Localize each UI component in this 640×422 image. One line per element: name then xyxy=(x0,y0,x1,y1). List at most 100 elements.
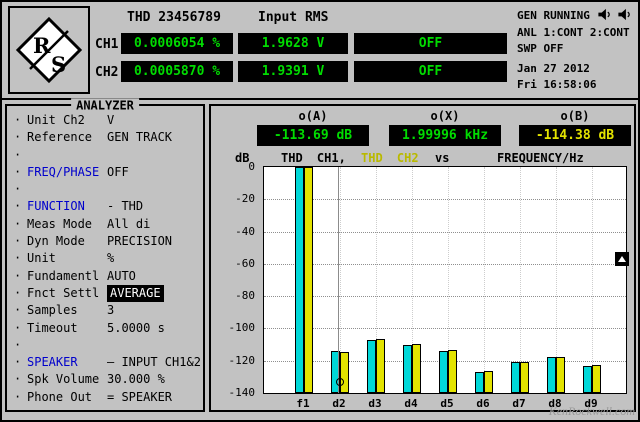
menu-item-phone-out[interactable]: · Phone Out = SPEAKER xyxy=(7,389,203,406)
bar-thd-ch1-d7 xyxy=(511,362,520,393)
legend-trace-ch1: THD CH1, xyxy=(281,151,346,165)
menu-item-reference[interactable]: · Reference GEN TRACK xyxy=(7,129,203,146)
y-tick--20: -20 xyxy=(235,192,255,206)
menu-item-value: All di xyxy=(107,216,151,231)
function-title: THD 23456789 xyxy=(127,10,221,25)
menu-bullet: · xyxy=(14,303,22,318)
x-tick-d5: d5 xyxy=(440,397,454,410)
scroll-up-icon[interactable] xyxy=(615,252,629,266)
menu-bullet: · xyxy=(14,130,22,145)
menu-item-label: Fundamentl xyxy=(27,268,100,283)
watermark: KenRockwell.com xyxy=(548,404,635,418)
menu-item-label: Fnct Settl xyxy=(27,285,100,300)
y-tick--40: -40 xyxy=(235,224,255,238)
menu-bullet: · xyxy=(14,372,22,387)
date-display: Jan 27 2012 xyxy=(517,62,590,75)
menu-item-label: Spk Volume xyxy=(27,372,100,387)
aux-readout-1: OFF xyxy=(354,33,507,54)
menu-item-value: PRECISION xyxy=(107,234,173,249)
y-tick--140: -140 xyxy=(228,386,256,399)
bar-thd-ch1-d6 xyxy=(475,372,484,393)
menu-item-value: — INPUT CH1&2 xyxy=(107,355,201,370)
y-tick--100: -100 xyxy=(228,321,256,335)
menu-item-value: - THD xyxy=(107,199,144,214)
menu-item-fundamentl[interactable]: · Fundamentl AUTO xyxy=(7,268,203,285)
x-tick-d7: d7 xyxy=(512,397,526,410)
menu-item-label: Dyn Mode xyxy=(27,234,85,249)
x-tick-d4: d4 xyxy=(404,397,418,410)
v-gridline xyxy=(484,167,485,393)
menu-bullet: · xyxy=(14,355,22,370)
speaker-icon xyxy=(617,7,632,22)
ch2-thd-readout: 0.0005870 % xyxy=(121,61,233,82)
menu-item-fnct-settl[interactable]: · Fnct Settl AVERAGE xyxy=(7,284,203,303)
bar-thd-ch2-d5 xyxy=(448,350,457,393)
h-gridline xyxy=(264,328,626,330)
cursor-b-label: o(B) xyxy=(560,109,590,123)
menu-item-label: SPEAKER xyxy=(27,355,78,370)
menu-item-unit[interactable]: · Unit% xyxy=(7,250,203,267)
x-tick-d3: d3 xyxy=(368,397,382,410)
x-tick-d2: d2 xyxy=(332,397,346,410)
menu-item-value-selected: AVERAGE xyxy=(107,284,164,303)
menu-bullet: · xyxy=(14,285,22,300)
menu-bullet: · xyxy=(14,113,22,127)
v-gridline xyxy=(520,167,521,393)
menu-item-value: 3 xyxy=(107,303,115,318)
menu-spacer: · xyxy=(7,337,203,354)
menu-bullet: · xyxy=(14,234,22,249)
bar-thd-ch2-d7 xyxy=(520,361,529,393)
rs-logo-graphic: R S xyxy=(15,16,83,84)
bar-thd-ch1-d4 xyxy=(403,344,412,393)
menu-item-function[interactable]: · FUNCTION - THD xyxy=(7,198,203,215)
y-tick--60: -60 xyxy=(235,256,255,270)
menu-item-label: FUNCTION xyxy=(27,199,85,214)
menu-item-value: V xyxy=(107,113,115,127)
menu-item-samples[interactable]: · Samples 3 xyxy=(7,302,203,319)
ch2-label: CH2 xyxy=(95,65,119,80)
menu-item-unit-ch2[interactable]: · Unit Ch2 V xyxy=(7,112,203,129)
legend-vs: vs xyxy=(435,151,450,165)
ch1-thd-readout: 0.0006054 % xyxy=(121,33,233,54)
logo-letter-s: S xyxy=(51,52,66,77)
bar-thd-ch1-d9 xyxy=(583,365,592,393)
menu-panel-title: ANALYZER xyxy=(71,98,139,113)
bar-thd-ch2-d4 xyxy=(412,343,421,393)
menu-bullet: · xyxy=(14,164,22,179)
bar-thd-ch1-f1 xyxy=(295,167,304,393)
h-gridline xyxy=(264,263,626,265)
menu-item-value: 5.0000 s xyxy=(107,320,165,335)
cursor-a-label: o(A) xyxy=(298,109,328,123)
menu-item-list: · Unit Ch2 V · Reference GEN TRACK · · FREQ/PHAS… xyxy=(7,112,203,406)
menu-item-spk-volume[interactable]: · Spk Volume 30.000 % xyxy=(7,371,203,388)
ch1-rms-readout: 1.9628 V xyxy=(238,33,348,54)
cursor-line[interactable] xyxy=(338,167,339,393)
menu-bullet: · xyxy=(14,251,22,266)
h-gridline xyxy=(264,231,626,233)
menu-item-value: 30.000 % xyxy=(107,372,165,387)
menu-bullet: · xyxy=(14,268,22,283)
menu-spacer: · xyxy=(7,181,203,198)
menu-item-freq-phase[interactable]: · FREQ/PHASE OFF xyxy=(7,164,203,181)
menu-item-label: Samples xyxy=(27,303,78,318)
y-tick-0: 0 xyxy=(248,160,255,173)
y-tick--80: -80 xyxy=(235,289,255,303)
cursor-marker[interactable] xyxy=(336,377,344,386)
bar-thd-ch1-d8 xyxy=(547,357,556,393)
menu-item-meas-mode[interactable]: · Meas Mode All di xyxy=(7,216,203,233)
menu-item-dyn-mode[interactable]: · Dyn Mode PRECISION xyxy=(7,233,203,250)
menu-item-value: = SPEAKER xyxy=(107,389,173,404)
x-tick-f1: f1 xyxy=(296,397,310,410)
menu-item-timeout[interactable]: · Timeout 5.0000 s xyxy=(7,320,203,337)
ch2-rms-readout: 1.9391 V xyxy=(238,61,348,82)
chart-panel: o(A) o(X) o(B) -113.69 dB 1.99996 kHz -1… xyxy=(209,104,636,412)
generator-status: GEN RUNNING xyxy=(517,9,590,22)
analyzer-screen: R S THD 23456789 CH1 CH2 0.0006054 % 0.0… xyxy=(0,0,640,422)
menu-bullet: · xyxy=(14,389,22,404)
cursor-b-readout: -114.38 dB xyxy=(519,125,631,146)
y-tick--120: -120 xyxy=(228,353,256,367)
analyzer-menu-panel: ANALYZER · Unit Ch2 V · Reference GEN TRACK · ·… xyxy=(5,98,205,412)
menu-item-speaker[interactable]: · SPEAKER — INPUT CH1&2 xyxy=(7,354,203,371)
bar-thd-ch2-d8 xyxy=(556,356,565,393)
menu-item-value: AUTO xyxy=(107,268,136,283)
